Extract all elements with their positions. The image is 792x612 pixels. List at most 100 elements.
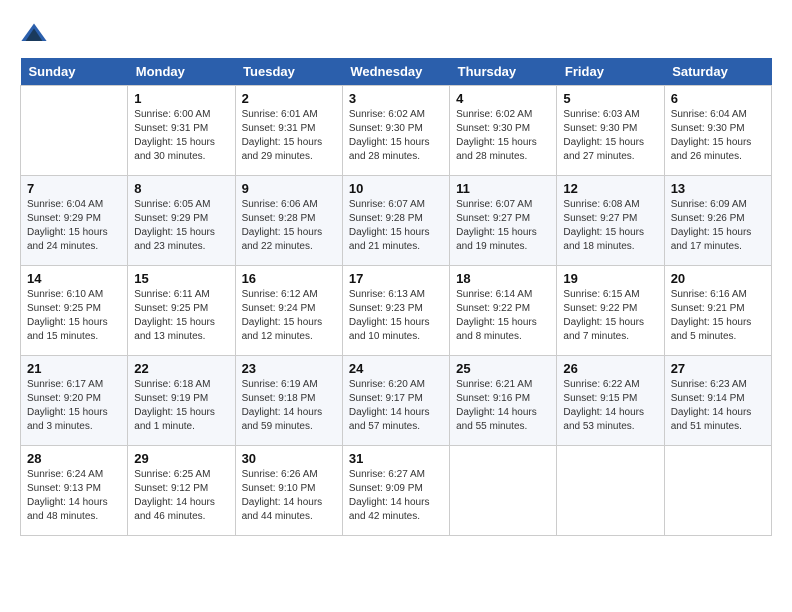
day-number: 21 [27,361,121,376]
header-row: SundayMondayTuesdayWednesdayThursdayFrid… [21,58,772,86]
day-cell: 18 Sunrise: 6:14 AM Sunset: 9:22 PM Dayli… [450,266,557,356]
day-cell: 25 Sunrise: 6:21 AM Sunset: 9:16 PM Dayli… [450,356,557,446]
day-number: 25 [456,361,550,376]
day-content: Sunrise: 6:17 AM Sunset: 9:20 PM Dayligh… [27,378,121,434]
day-cell: 13 Sunrise: 6:09 AM Sunset: 9:26 PM Dayli… [664,176,771,266]
day-number: 6 [671,91,765,106]
day-content: Sunrise: 6:14 AM Sunset: 9:22 PM Dayligh… [456,288,550,344]
day-content: Sunrise: 6:07 AM Sunset: 9:28 PM Dayligh… [349,198,443,254]
day-content: Sunrise: 6:04 AM Sunset: 9:30 PM Dayligh… [671,108,765,164]
day-cell: 17 Sunrise: 6:13 AM Sunset: 9:23 PM Dayli… [342,266,449,356]
day-content: Sunrise: 6:11 AM Sunset: 9:25 PM Dayligh… [134,288,228,344]
day-number: 27 [671,361,765,376]
week-row-1: 7 Sunrise: 6:04 AM Sunset: 9:29 PM Daylig… [21,176,772,266]
day-number: 5 [563,91,657,106]
day-cell: 31 Sunrise: 6:27 AM Sunset: 9:09 PM Dayli… [342,446,449,536]
day-cell: 28 Sunrise: 6:24 AM Sunset: 9:13 PM Dayli… [21,446,128,536]
day-cell: 26 Sunrise: 6:22 AM Sunset: 9:15 PM Dayli… [557,356,664,446]
logo-icon [20,20,48,48]
day-number: 13 [671,181,765,196]
day-cell: 3 Sunrise: 6:02 AM Sunset: 9:30 PM Daylig… [342,86,449,176]
day-content: Sunrise: 6:08 AM Sunset: 9:27 PM Dayligh… [563,198,657,254]
day-content: Sunrise: 6:00 AM Sunset: 9:31 PM Dayligh… [134,108,228,164]
day-cell [450,446,557,536]
day-number: 29 [134,451,228,466]
calendar-table: SundayMondayTuesdayWednesdayThursdayFrid… [20,58,772,536]
day-cell: 30Sunrise: 6:26 AM Sunset: 9:10 PM Dayli… [235,446,342,536]
day-number: 8 [134,181,228,196]
day-cell: 6 Sunrise: 6:04 AM Sunset: 9:30 PM Daylig… [664,86,771,176]
day-cell: 2Sunrise: 6:01 AM Sunset: 9:31 PM Daylig… [235,86,342,176]
day-number: 19 [563,271,657,286]
day-cell [557,446,664,536]
day-content: Sunrise: 6:22 AM Sunset: 9:15 PM Dayligh… [563,378,657,434]
day-number: 7 [27,181,121,196]
day-content: Sunrise: 6:13 AM Sunset: 9:23 PM Dayligh… [349,288,443,344]
day-cell: 16Sunrise: 6:12 AM Sunset: 9:24 PM Dayli… [235,266,342,356]
day-number: 9 [242,181,336,196]
logo [20,20,52,48]
day-number: 10 [349,181,443,196]
column-header-wednesday: Wednesday [342,58,449,86]
day-content: Sunrise: 6:27 AM Sunset: 9:09 PM Dayligh… [349,468,443,524]
day-cell: 14 Sunrise: 6:10 AM Sunset: 9:25 PM Dayli… [21,266,128,356]
day-number: 26 [563,361,657,376]
day-content: Sunrise: 6:26 AM Sunset: 9:10 PM Dayligh… [242,468,336,524]
day-cell: 9 Sunrise: 6:06 AM Sunset: 9:28 PM Daylig… [235,176,342,266]
day-number: 20 [671,271,765,286]
day-content: Sunrise: 6:15 AM Sunset: 9:22 PM Dayligh… [563,288,657,344]
day-number: 1 [134,91,228,106]
column-header-saturday: Saturday [664,58,771,86]
day-number: 28 [27,451,121,466]
day-content: Sunrise: 6:16 AM Sunset: 9:21 PM Dayligh… [671,288,765,344]
day-cell: 5 Sunrise: 6:03 AM Sunset: 9:30 PM Daylig… [557,86,664,176]
day-number: 14 [27,271,121,286]
day-content: Sunrise: 6:02 AM Sunset: 9:30 PM Dayligh… [349,108,443,164]
day-cell: 10 Sunrise: 6:07 AM Sunset: 9:28 PM Dayli… [342,176,449,266]
day-content: Sunrise: 6:03 AM Sunset: 9:30 PM Dayligh… [563,108,657,164]
day-number: 2 [242,91,336,106]
day-cell [21,86,128,176]
day-cell: 15 Sunrise: 6:11 AM Sunset: 9:25 PM Dayli… [128,266,235,356]
day-number: 18 [456,271,550,286]
day-number: 4 [456,91,550,106]
day-content: Sunrise: 6:21 AM Sunset: 9:16 PM Dayligh… [456,378,550,434]
day-cell: 27 Sunrise: 6:23 AM Sunset: 9:14 PM Dayli… [664,356,771,446]
day-content: Sunrise: 6:23 AM Sunset: 9:14 PM Dayligh… [671,378,765,434]
day-cell: 8 Sunrise: 6:05 AM Sunset: 9:29 PM Daylig… [128,176,235,266]
day-content: Sunrise: 6:07 AM Sunset: 9:27 PM Dayligh… [456,198,550,254]
week-row-0: 1 Sunrise: 6:00 AM Sunset: 9:31 PM Daylig… [21,86,772,176]
day-number: 23 [242,361,336,376]
day-number: 22 [134,361,228,376]
day-number: 31 [349,451,443,466]
day-number: 17 [349,271,443,286]
day-cell: 20 Sunrise: 6:16 AM Sunset: 9:21 PM Dayli… [664,266,771,356]
day-cell: 11 Sunrise: 6:07 AM Sunset: 9:27 PM Dayli… [450,176,557,266]
day-content: Sunrise: 6:20 AM Sunset: 9:17 PM Dayligh… [349,378,443,434]
day-cell: 24 Sunrise: 6:20 AM Sunset: 9:17 PM Dayli… [342,356,449,446]
day-number: 15 [134,271,228,286]
day-number: 12 [563,181,657,196]
day-cell: 19 Sunrise: 6:15 AM Sunset: 9:22 PM Dayli… [557,266,664,356]
day-content: Sunrise: 6:24 AM Sunset: 9:13 PM Dayligh… [27,468,121,524]
day-content: Sunrise: 6:04 AM Sunset: 9:29 PM Dayligh… [27,198,121,254]
day-content: Sunrise: 6:09 AM Sunset: 9:26 PM Dayligh… [671,198,765,254]
day-number: 24 [349,361,443,376]
column-header-monday: Monday [128,58,235,86]
day-content: Sunrise: 6:02 AM Sunset: 9:30 PM Dayligh… [456,108,550,164]
day-content: Sunrise: 6:18 AM Sunset: 9:19 PM Dayligh… [134,378,228,434]
day-content: Sunrise: 6:10 AM Sunset: 9:25 PM Dayligh… [27,288,121,344]
column-header-thursday: Thursday [450,58,557,86]
week-row-4: 28 Sunrise: 6:24 AM Sunset: 9:13 PM Dayli… [21,446,772,536]
day-content: Sunrise: 6:05 AM Sunset: 9:29 PM Dayligh… [134,198,228,254]
column-header-sunday: Sunday [21,58,128,86]
day-cell: 12 Sunrise: 6:08 AM Sunset: 9:27 PM Dayli… [557,176,664,266]
day-content: Sunrise: 6:06 AM Sunset: 9:28 PM Dayligh… [242,198,336,254]
day-cell: 22 Sunrise: 6:18 AM Sunset: 9:19 PM Dayli… [128,356,235,446]
day-cell: 21 Sunrise: 6:17 AM Sunset: 9:20 PM Dayli… [21,356,128,446]
week-row-3: 21 Sunrise: 6:17 AM Sunset: 9:20 PM Dayli… [21,356,772,446]
day-content: Sunrise: 6:19 AM Sunset: 9:18 PM Dayligh… [242,378,336,434]
week-row-2: 14 Sunrise: 6:10 AM Sunset: 9:25 PM Dayli… [21,266,772,356]
day-number: 3 [349,91,443,106]
day-number: 11 [456,181,550,196]
